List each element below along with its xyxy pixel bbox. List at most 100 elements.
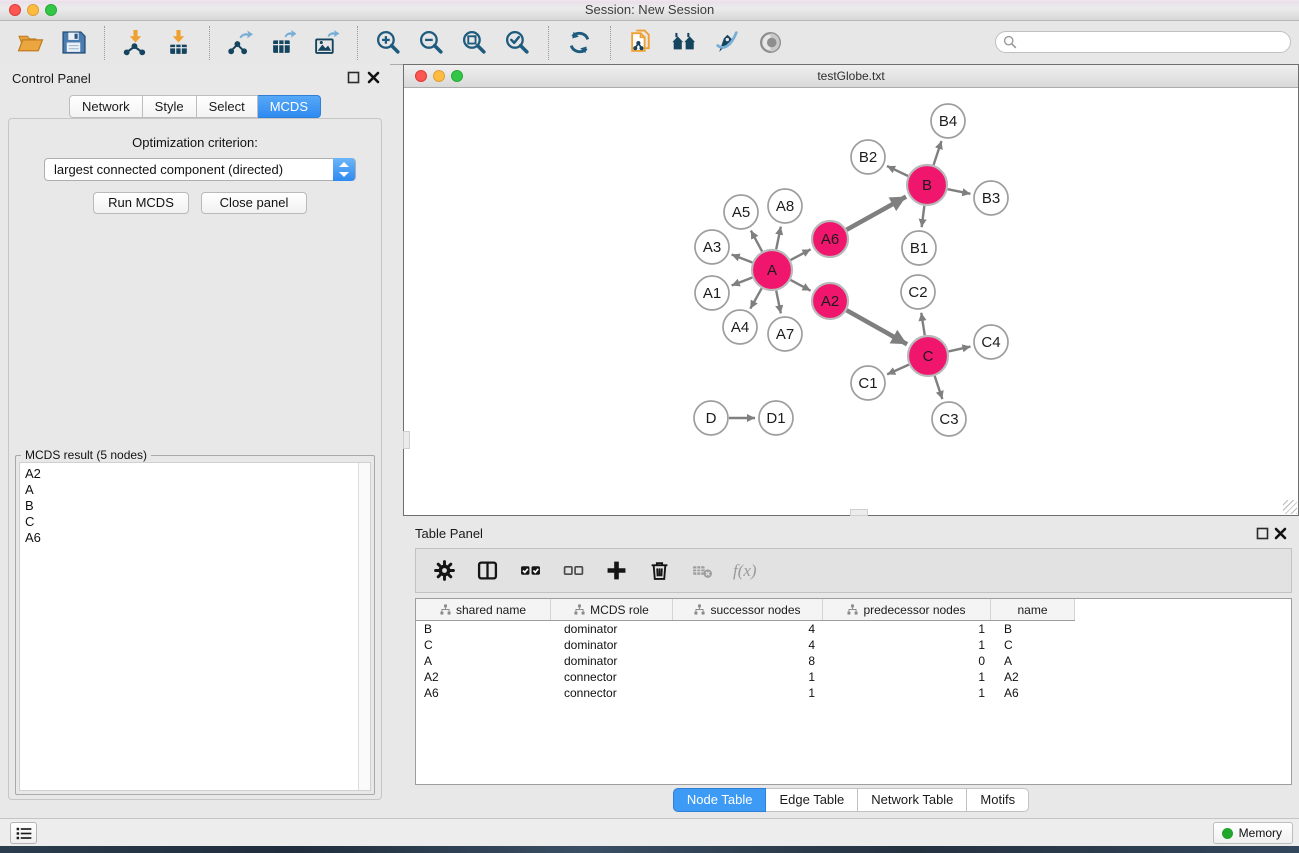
tab-style[interactable]: Style <box>143 95 197 118</box>
session-title: Session: New Session <box>0 2 1299 17</box>
table-row[interactable]: Adominator80A <box>416 653 1291 669</box>
tab-mcds[interactable]: MCDS <box>258 95 321 118</box>
select-all-checkboxes-icon[interactable] <box>518 559 542 583</box>
memory-status-icon <box>1222 828 1233 839</box>
hide-details-icon[interactable] <box>712 27 743 58</box>
edge-C-C2[interactable] <box>921 313 925 336</box>
result-list-scrollbar[interactable] <box>358 463 370 790</box>
edge-B-B2[interactable] <box>887 166 908 176</box>
edge-A-A4[interactable] <box>750 288 761 308</box>
table-cell: 4 <box>673 621 823 637</box>
tab-network-table[interactable]: Network Table <box>858 788 967 812</box>
node-label-A4: A4 <box>731 319 749 336</box>
edge-C-C3[interactable] <box>935 376 943 399</box>
criterion-dropdown[interactable]: largest connected component (directed) <box>44 158 356 181</box>
add-column-icon[interactable] <box>604 559 628 583</box>
edge-A-A3[interactable] <box>732 255 753 263</box>
network-from-file-icon[interactable] <box>626 27 657 58</box>
splitter-handle-left[interactable] <box>403 431 410 449</box>
tab-motifs[interactable]: Motifs <box>967 788 1029 812</box>
tab-node-table[interactable]: Node Table <box>673 788 767 812</box>
table-cell: 8 <box>673 653 823 669</box>
delete-column-icon[interactable] <box>647 559 671 583</box>
mcds-result-item[interactable]: A2 <box>25 466 370 482</box>
column-header-successor-nodes[interactable]: successor nodes <box>673 599 823 620</box>
table-row[interactable]: Cdominator41C <box>416 637 1291 653</box>
open-folder-icon[interactable] <box>15 27 46 58</box>
tab-network[interactable]: Network <box>69 95 143 118</box>
table-row[interactable]: Bdominator41B <box>416 621 1291 637</box>
deselect-all-checkboxes-icon[interactable] <box>561 559 585 583</box>
edge-C-C1[interactable] <box>887 365 909 375</box>
table-row[interactable]: A6connector11A6 <box>416 685 1291 701</box>
export-image-icon[interactable] <box>311 27 342 58</box>
node-label-B4: B4 <box>939 113 957 130</box>
table-row[interactable]: A2connector11A2 <box>416 669 1291 685</box>
edge-A-A1[interactable] <box>732 278 753 286</box>
home-icon[interactable] <box>669 27 700 58</box>
table-cell: A6 <box>991 685 1075 701</box>
show-eye-icon[interactable] <box>755 27 786 58</box>
refresh-icon[interactable] <box>564 27 595 58</box>
zoom-in-icon[interactable] <box>373 27 404 58</box>
network-window-titlebar[interactable]: testGlobe.txt <box>404 65 1298 88</box>
mcds-result-item[interactable]: A6 <box>25 530 370 546</box>
column-header-predecessor-nodes[interactable]: predecessor nodes <box>823 599 991 620</box>
node-label-D: D <box>706 410 717 427</box>
zoom-fit-icon[interactable] <box>459 27 490 58</box>
network-canvas[interactable]: B4B2BB3A8A5A6B1A3AA1C2A2A4A7C4CC1C3DD1 <box>404 88 1298 515</box>
export-table-icon[interactable] <box>268 27 299 58</box>
edge-A6-B[interactable] <box>847 197 906 230</box>
run-mcds-button[interactable]: Run MCDS <box>93 192 189 214</box>
search-input[interactable] <box>995 31 1291 53</box>
close-table-panel-icon[interactable] <box>1274 527 1287 540</box>
table-body: Bdominator41BCdominator41CAdominator80AA… <box>416 621 1291 784</box>
float-panel-icon[interactable] <box>347 71 360 84</box>
splitter-handle-bottom[interactable] <box>850 509 868 516</box>
edge-B-B1[interactable] <box>922 206 925 227</box>
show-console-button[interactable] <box>10 822 37 844</box>
mcds-result-item[interactable]: C <box>25 514 370 530</box>
node-table[interactable]: shared name MCDS role successor nodes prede… <box>415 598 1292 785</box>
mcds-result-item[interactable]: A <box>25 482 370 498</box>
column-header-shared-name[interactable]: shared name <box>416 599 551 620</box>
export-network-icon[interactable] <box>225 27 256 58</box>
node-label-B: B <box>922 177 932 194</box>
edge-B-B3[interactable] <box>948 189 971 194</box>
tab-edge-table[interactable]: Edge Table <box>766 788 858 812</box>
edge-A-A5[interactable] <box>751 231 762 252</box>
mcds-result-list[interactable]: A2ABCA6 <box>19 462 371 791</box>
tab-select[interactable]: Select <box>197 95 258 118</box>
column-header-name[interactable]: name <box>991 599 1075 620</box>
mcds-result-item[interactable]: B <box>25 498 370 514</box>
network-window-title: testGlobe.txt <box>404 69 1298 83</box>
edge-A-A2[interactable] <box>791 280 811 291</box>
control-panel-tabs: NetworkStyleSelectMCDS <box>0 95 390 118</box>
close-panel-button[interactable]: Close panel <box>201 192 307 214</box>
edge-A-A6[interactable] <box>791 249 811 260</box>
zoom-out-icon[interactable] <box>416 27 447 58</box>
column-header-MCDS-role[interactable]: MCDS role <box>551 599 673 620</box>
resize-grip-icon[interactable] <box>1283 500 1297 514</box>
split-columns-icon[interactable] <box>475 559 499 583</box>
close-panel-icon[interactable] <box>367 71 380 84</box>
mcds-tab-content: Optimization criterion: largest connecte… <box>8 118 382 800</box>
edge-A-A8[interactable] <box>776 227 781 250</box>
save-icon[interactable] <box>58 27 89 58</box>
table-cell: C <box>416 637 551 653</box>
memory-button[interactable]: Memory <box>1213 822 1293 844</box>
float-table-panel-icon[interactable] <box>1256 527 1269 540</box>
edge-B-B4[interactable] <box>934 141 942 165</box>
column-header-label: shared name <box>456 603 526 617</box>
gear-icon[interactable] <box>432 559 456 583</box>
column-header-label: successor nodes <box>710 603 800 617</box>
import-network-icon[interactable] <box>120 27 151 58</box>
edge-A2-C[interactable] <box>847 310 908 344</box>
zoom-selected-icon[interactable] <box>502 27 533 58</box>
import-table-icon[interactable] <box>163 27 194 58</box>
node-label-A8: A8 <box>776 198 794 215</box>
edge-C-C4[interactable] <box>948 347 970 352</box>
node-label-A: A <box>767 262 777 279</box>
edge-A-A7[interactable] <box>776 291 781 314</box>
table-cell: A <box>991 653 1075 669</box>
